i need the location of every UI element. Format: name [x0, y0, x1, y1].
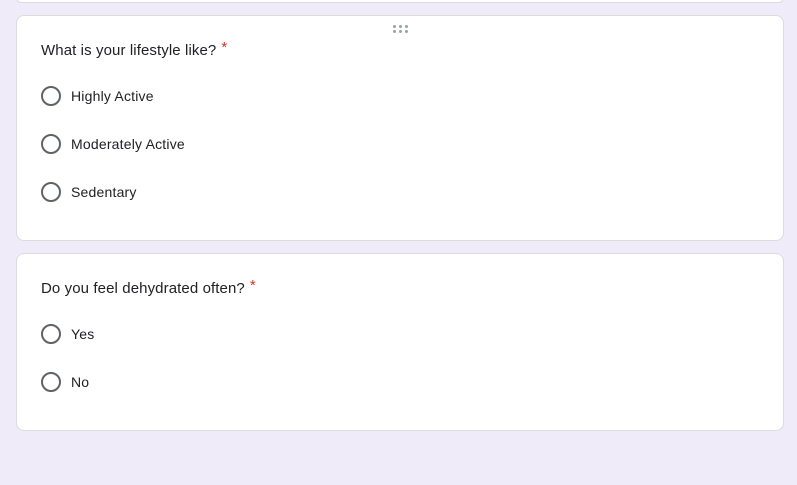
previous-question-card — [16, 0, 784, 3]
question-title: What is your lifestyle like? * — [41, 39, 228, 59]
option-no[interactable]: No — [41, 371, 89, 393]
option-label: Yes — [71, 326, 95, 342]
option-moderately-active[interactable]: Moderately Active — [41, 133, 185, 155]
option-highly-active[interactable]: Highly Active — [41, 85, 154, 107]
required-asterisk: * — [249, 277, 256, 294]
option-label: No — [71, 374, 90, 390]
option-label: Highly Active — [71, 88, 154, 104]
required-asterisk: * — [221, 39, 228, 56]
question-title: Do you feel dehydrated often? * — [41, 277, 256, 297]
option-yes[interactable]: Yes — [41, 323, 94, 345]
question-card-lifestyle: What is your lifestyle like? * Highly Act… — [16, 15, 784, 241]
radio-unchecked-icon[interactable] — [41, 86, 61, 106]
radio-unchecked-icon[interactable] — [41, 324, 61, 344]
radio-unchecked-icon[interactable] — [41, 134, 61, 154]
option-label: Moderately Active — [71, 136, 185, 152]
drag-handle-icon[interactable] — [393, 25, 411, 33]
option-sedentary[interactable]: Sedentary — [41, 181, 137, 203]
question-title-text: Do you feel dehydrated often? — [41, 280, 245, 297]
form-page: What is your lifestyle like? * Highly Act… — [0, 0, 797, 485]
option-label: Sedentary — [71, 184, 137, 200]
question-card-dehydrated: Do you feel dehydrated often? * Yes No — [16, 253, 784, 431]
radio-unchecked-icon[interactable] — [41, 372, 61, 392]
radio-unchecked-icon[interactable] — [41, 182, 61, 202]
question-title-text: What is your lifestyle like? — [41, 42, 217, 59]
